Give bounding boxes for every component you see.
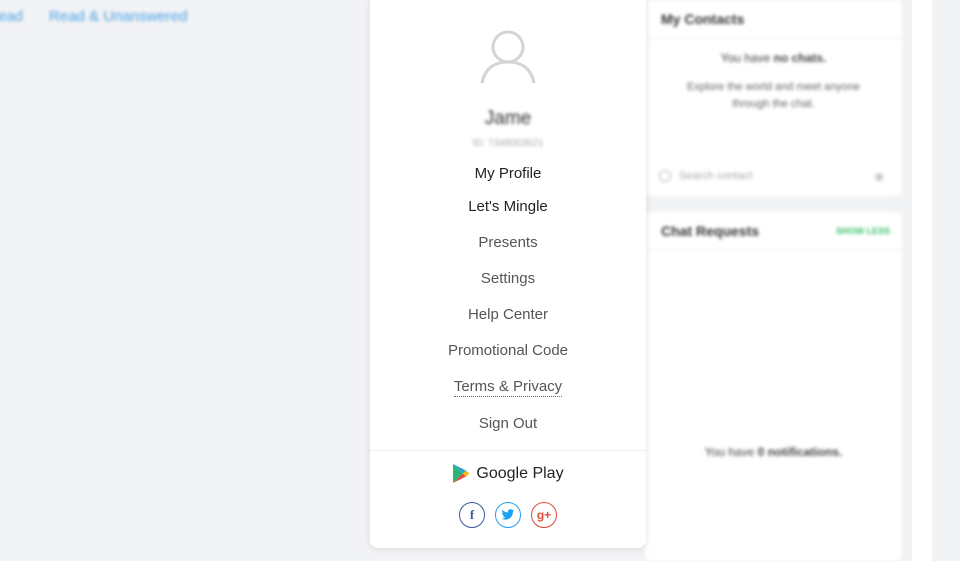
page-gutter (932, 0, 960, 561)
menu-item-promotional-code[interactable]: Promotional Code (370, 342, 646, 359)
twitter-icon[interactable] (495, 502, 521, 528)
user-avatar-icon (480, 30, 536, 84)
google-plus-icon[interactable]: g+ (531, 502, 557, 528)
google-play-link[interactable]: Google Play (370, 463, 646, 484)
profile-menu: Jame ID: 7348003521 My Profile Let's Min… (370, 0, 646, 548)
search-icon (659, 170, 671, 182)
eye-icon[interactable]: ◉ (874, 170, 884, 183)
menu-item-terms-privacy[interactable]: Terms & Privacy (370, 378, 646, 397)
requests-panel: Chat Requests SHOW LESS You have 0 notif… (645, 212, 902, 561)
contacts-empty-text: You have no chats. (720, 51, 827, 65)
page-scrollbar[interactable] (912, 0, 932, 561)
menu-divider (370, 450, 646, 451)
contacts-panel: My Contacts You have no chats. Explore t… (645, 0, 902, 196)
contact-search[interactable]: Search contact ◉ (659, 168, 884, 184)
menu-item-settings[interactable]: Settings (370, 270, 646, 287)
notifications-text: You have 0 notifications. (704, 445, 843, 459)
menu-item-sign-out[interactable]: Sign Out (370, 415, 646, 432)
menu-item-my-profile[interactable]: My Profile (370, 165, 646, 182)
google-play-label: Google Play (476, 464, 564, 482)
tab-read[interactable]: ead (0, 8, 23, 25)
facebook-icon[interactable]: f (459, 502, 485, 528)
tab-read-unanswered[interactable]: Read & Unanswered (49, 8, 187, 25)
menu-item-help-center[interactable]: Help Center (370, 306, 646, 323)
requests-header: Chat Requests SHOW LESS (645, 212, 902, 251)
contacts-subtext: Explore the world and meet anyone throug… (686, 81, 861, 110)
user-id: ID: 7348003521 (472, 138, 544, 149)
contacts-title: My Contacts (661, 11, 745, 27)
contacts-header: My Contacts (645, 0, 902, 39)
user-name: Jame (484, 108, 532, 129)
menu-item-presents[interactable]: Presents (370, 234, 646, 251)
show-less-link[interactable]: SHOW LESS (836, 212, 890, 250)
background-tabs: ead Read & Unanswered (0, 8, 187, 25)
google-play-icon (453, 464, 470, 483)
requests-title: Chat Requests (661, 223, 760, 239)
social-links: f g+ (370, 502, 646, 528)
search-input[interactable]: Search contact (679, 170, 752, 182)
menu-item-lets-mingle[interactable]: Let's Mingle (370, 198, 646, 215)
